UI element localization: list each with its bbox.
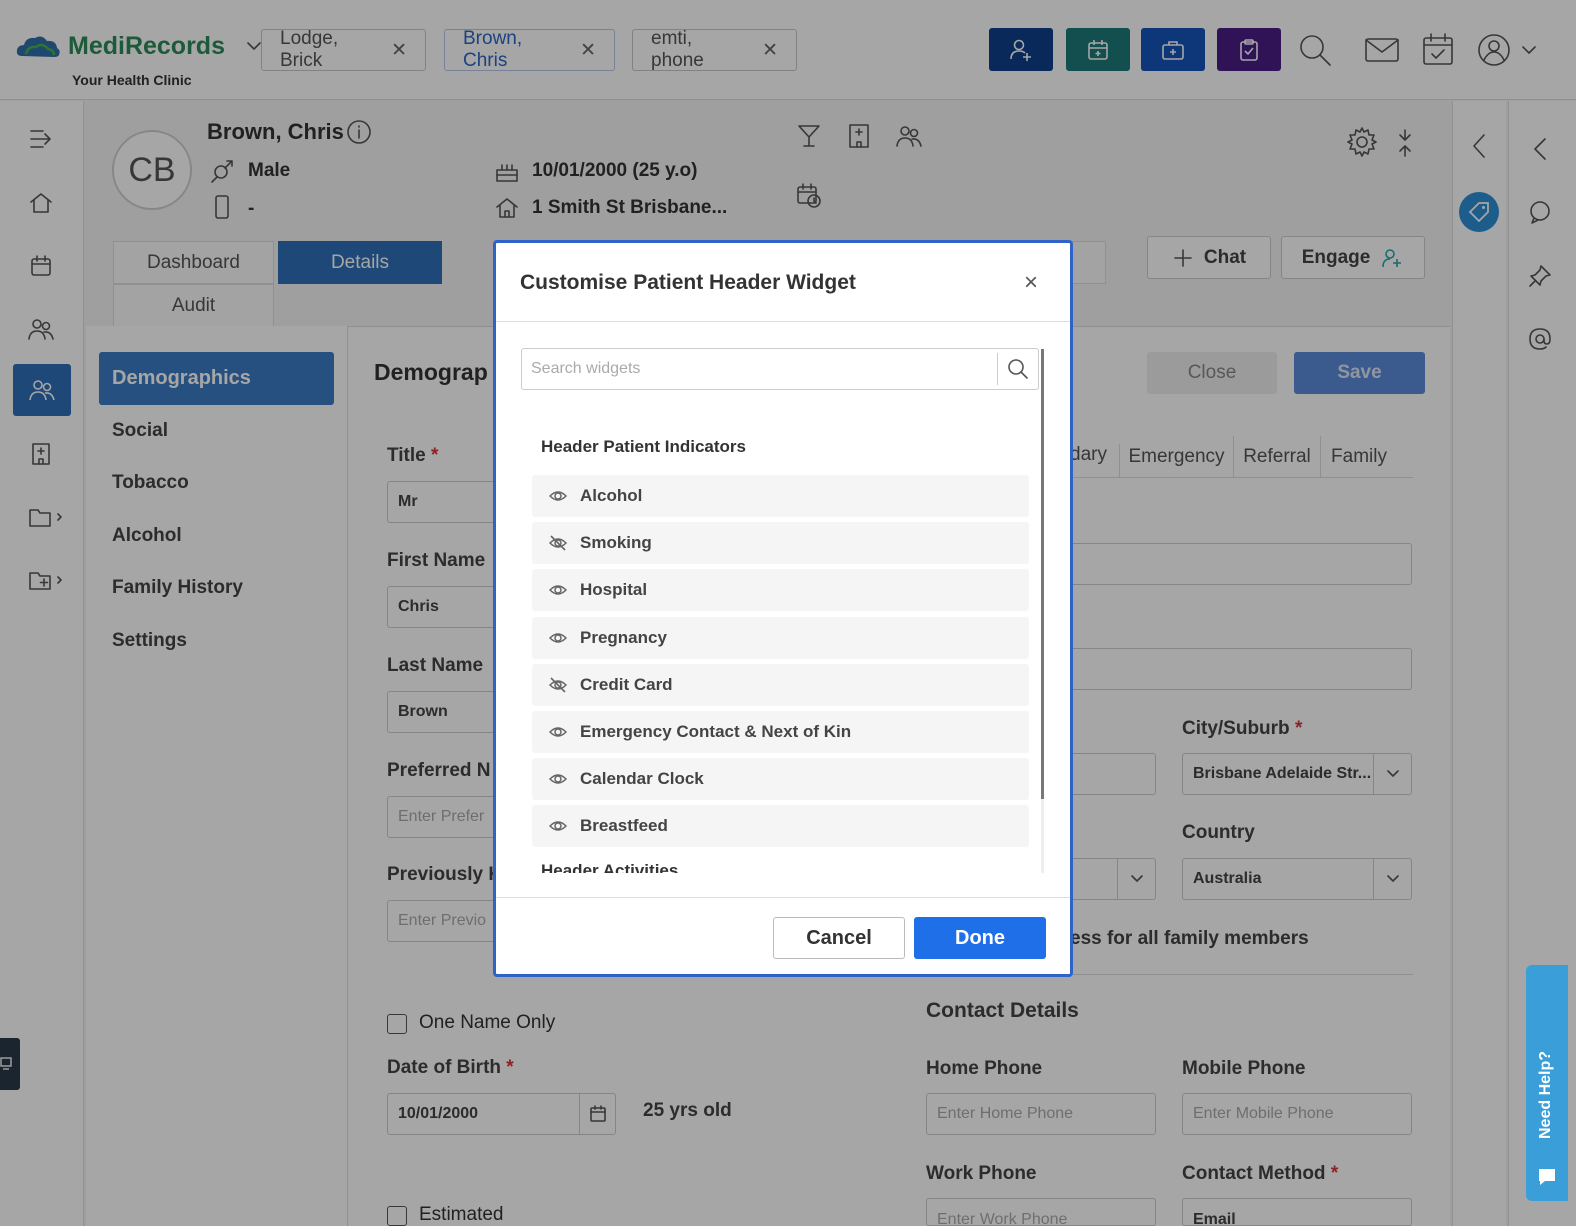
divider <box>997 353 998 385</box>
widget-item[interactable]: Credit Card <box>532 663 1029 706</box>
close-icon[interactable]: × <box>1024 269 1038 297</box>
widget-item-label: Credit Card <box>580 674 673 694</box>
widget-item-label: Emergency Contact & Next of Kin <box>580 722 852 741</box>
widget-item-label: Alcohol <box>580 486 643 505</box>
widget-item[interactable]: Pregnancy <box>532 616 1029 659</box>
cancel-button[interactable]: Cancel <box>773 917 905 959</box>
widget-item-label: Smoking <box>580 533 652 553</box>
widget-item-label: Calendar Clock <box>580 769 704 789</box>
section-heading: Header Patient Indicators <box>541 437 747 456</box>
widget-item[interactable]: Emergency Contact & Next of Kin <box>532 711 1029 753</box>
widget-item[interactable]: Alcohol <box>532 475 1029 517</box>
eye-off-icon[interactable] <box>548 533 568 553</box>
help-chat-icon <box>1539 1169 1555 1185</box>
widget-item[interactable]: Hospital <box>532 569 1029 612</box>
section-heading: Header Activities <box>541 861 679 873</box>
search-widgets-input[interactable]: Search widgets <box>521 348 1039 390</box>
need-help-label: Need Help? <box>1537 1051 1554 1140</box>
eye-icon[interactable] <box>548 486 568 506</box>
widget-item-label: Hospital <box>580 580 648 600</box>
search-icon[interactable] <box>1006 357 1030 381</box>
widget-list: Header Patient Indicators Header Activit… <box>521 401 1043 873</box>
search-placeholder: Search widgets <box>531 360 641 377</box>
widget-item[interactable]: Calendar Clock <box>532 758 1029 801</box>
done-button[interactable]: Done <box>914 917 1046 959</box>
eye-icon[interactable] <box>548 816 568 836</box>
divider <box>496 321 1070 322</box>
eye-icon[interactable] <box>548 722 568 742</box>
eye-icon[interactable] <box>548 628 568 648</box>
divider <box>496 897 1070 898</box>
widget-item-label: Pregnancy <box>580 627 667 647</box>
scrollbar-thumb[interactable] <box>1041 349 1044 799</box>
widget-item[interactable]: Breastfeed <box>532 805 1029 848</box>
widget-item-label: Breastfeed <box>580 816 668 836</box>
eye-off-icon[interactable] <box>548 675 568 695</box>
customise-widget-dialog: Customise Patient Header Widget × Search… <box>493 240 1073 977</box>
widget-item[interactable]: Smoking <box>532 522 1029 565</box>
dialog-title: Customise Patient Header Widget <box>520 271 856 294</box>
eye-icon[interactable] <box>548 580 568 600</box>
eye-icon[interactable] <box>548 769 568 789</box>
